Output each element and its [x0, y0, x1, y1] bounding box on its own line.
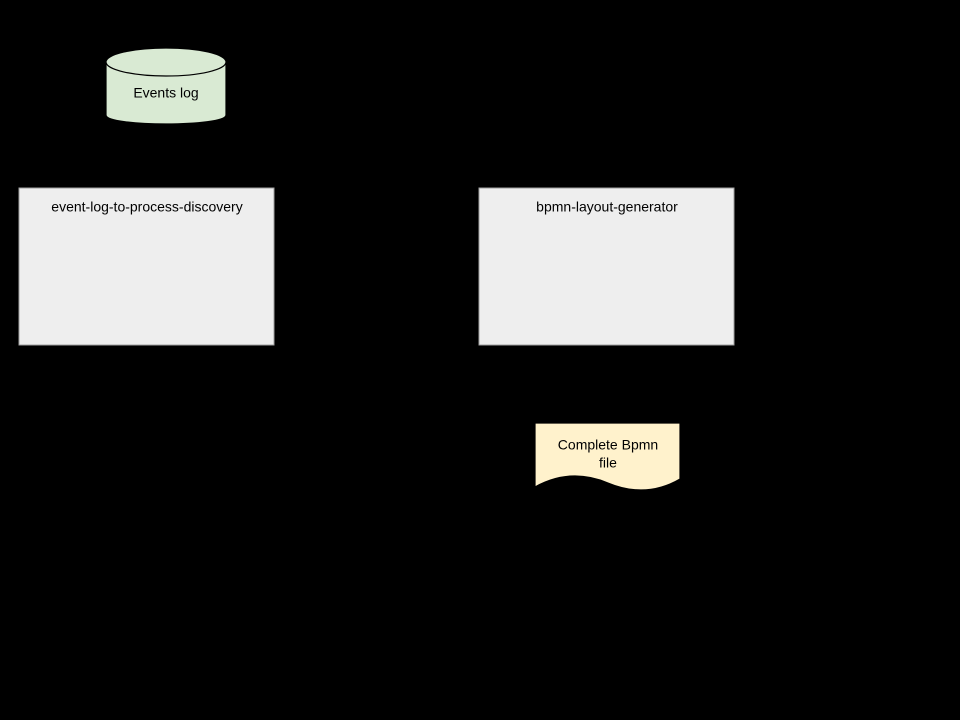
layout-generator-box-label: bpmn-layout-generator — [536, 199, 678, 215]
diagram-canvas: Events log event-log-to-process-discover… — [0, 0, 960, 720]
layout-generator-box: bpmn-layout-generator — [479, 188, 737, 349]
discovery-box: event-log-to-process-discovery — [19, 188, 277, 349]
bpmn-file-note-line1: Complete Bpmn — [558, 437, 658, 453]
bpmn-file-note: Complete Bpmn file — [535, 423, 684, 494]
discovery-box-label: event-log-to-process-discovery — [51, 199, 242, 215]
events-log-cylinder: Events log — [106, 48, 226, 124]
diagram-svg: Events log event-log-to-process-discover… — [0, 0, 960, 720]
events-log-label: Events log — [133, 85, 198, 101]
bpmn-file-note-line2: file — [599, 455, 617, 471]
